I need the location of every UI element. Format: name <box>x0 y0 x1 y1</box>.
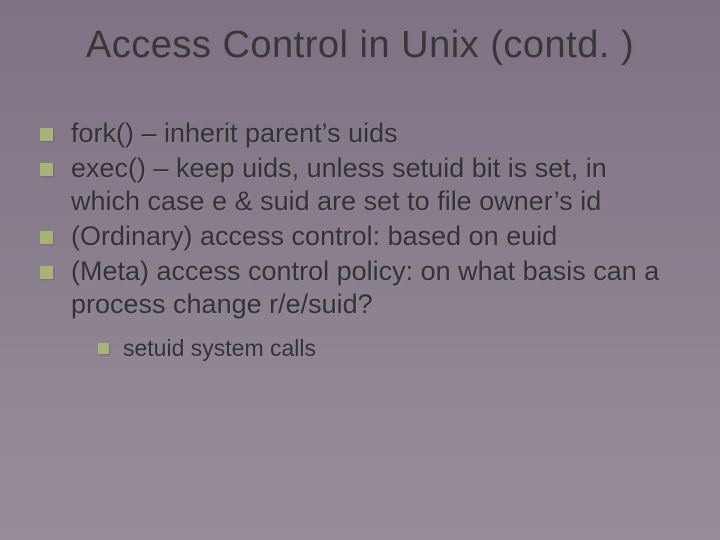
square-bullet-icon <box>98 343 109 354</box>
sub-list-item-text: setuid system calls <box>123 335 316 362</box>
list-item: (Ordinary) access control: based on euid <box>40 220 680 253</box>
sub-list: setuid system calls <box>98 335 680 362</box>
square-bullet-icon <box>40 128 53 141</box>
list-item-text: exec() – keep uids, unless setuid bit is… <box>71 152 680 218</box>
square-bullet-icon <box>40 231 53 244</box>
list-item: exec() – keep uids, unless setuid bit is… <box>40 152 680 218</box>
slide-title: Access Control in Unix (contd. ) <box>0 0 720 77</box>
sub-list-item: setuid system calls <box>98 335 680 362</box>
list-item: (Meta) access control policy: on what ba… <box>40 255 680 321</box>
list-item-text: (Ordinary) access control: based on euid <box>71 220 557 253</box>
list-item: fork() – inherit parent’s uids <box>40 117 680 150</box>
list-item-text: fork() – inherit parent’s uids <box>71 117 398 150</box>
list-item-text: (Meta) access control policy: on what ba… <box>71 255 680 321</box>
square-bullet-icon <box>40 266 53 279</box>
slide-body: fork() – inherit parent’s uids exec() – … <box>40 117 680 362</box>
square-bullet-icon <box>40 163 53 176</box>
